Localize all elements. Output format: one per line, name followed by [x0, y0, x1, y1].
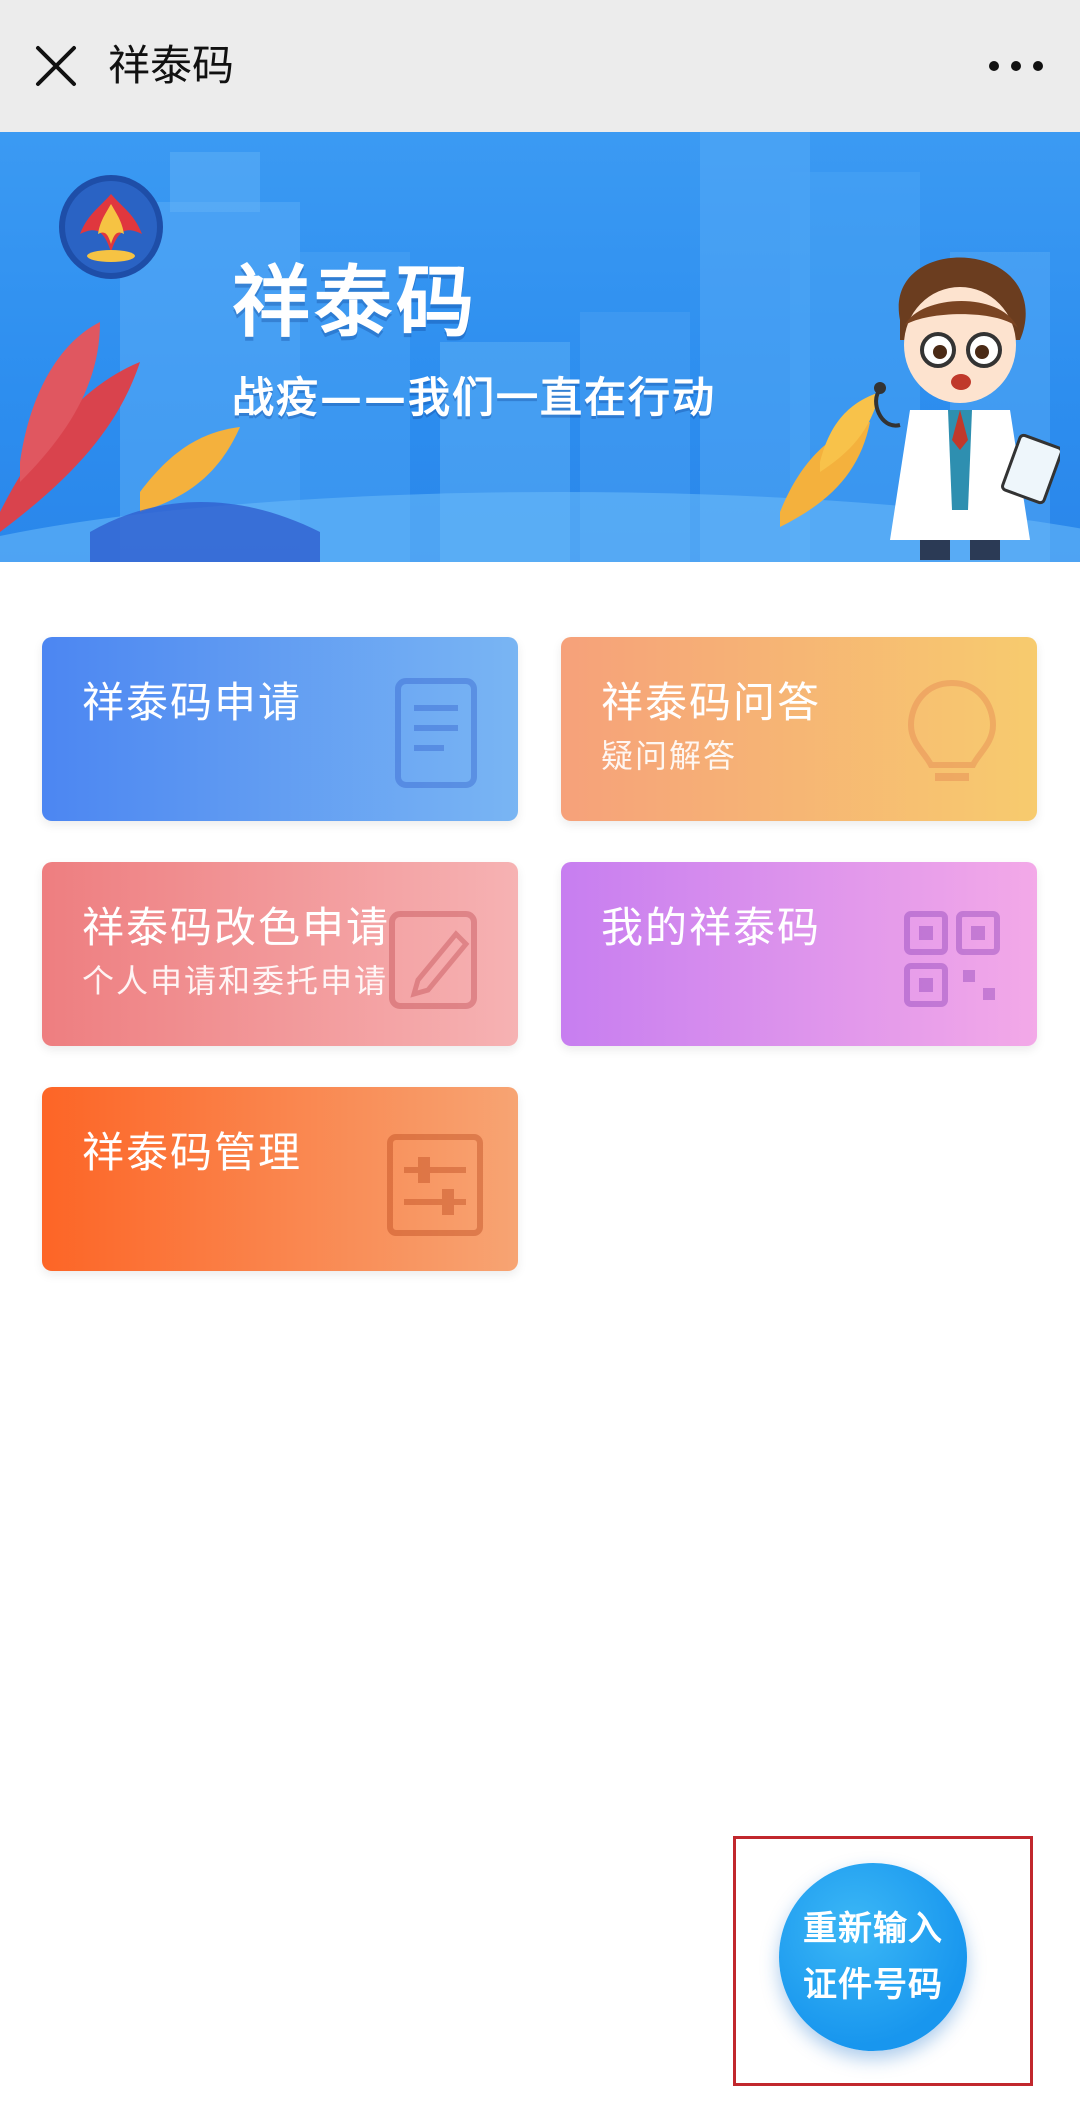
card-subtitle: 疑问解答 — [601, 737, 738, 775]
card-color-change-apply[interactable]: 祥泰码改色申请 个人申请和委托申请 — [42, 862, 518, 1046]
sliders-icon — [387, 1134, 483, 1236]
fab-label-line1: 重新输入 — [803, 1909, 943, 1949]
lightbulb-icon — [907, 679, 997, 781]
card-title: 祥泰码管理 — [82, 1128, 303, 1177]
qrcode-icon — [904, 911, 1000, 1007]
banner: 祥泰码 战疫——我们一直在行动 — [0, 132, 1080, 562]
logo-emblem — [59, 175, 163, 279]
page-title: 祥泰码 — [108, 41, 235, 90]
card-subtitle: 个人申请和委托申请 — [82, 962, 389, 1000]
doctor-illustration — [874, 257, 1060, 560]
card-title: 我的祥泰码 — [601, 903, 822, 952]
more-icon[interactable] — [980, 38, 1052, 94]
card-title: 祥泰码问答 — [601, 678, 822, 727]
card-code-qa[interactable]: 祥泰码问答 疑问解答 — [561, 637, 1037, 821]
card-title: 祥泰码改色申请 — [82, 903, 391, 952]
card-my-code[interactable]: 我的祥泰码 — [561, 862, 1037, 1046]
close-icon[interactable] — [28, 38, 84, 94]
card-code-manage[interactable]: 祥泰码管理 — [42, 1087, 518, 1271]
card-title: 祥泰码申请 — [82, 678, 303, 727]
reenter-id-number-button[interactable]: 重新输入 证件号码 — [779, 1863, 967, 2051]
document-icon — [395, 678, 477, 788]
top-bar: 祥泰码 — [0, 0, 1080, 132]
edit-icon — [389, 911, 477, 1009]
banner-title: 祥泰码 — [232, 258, 479, 348]
fab-label-line2: 证件号码 — [803, 1965, 943, 2005]
banner-subtitle: 战疫——我们一直在行动 — [232, 373, 717, 422]
card-code-apply[interactable]: 祥泰码申请 — [42, 637, 518, 821]
